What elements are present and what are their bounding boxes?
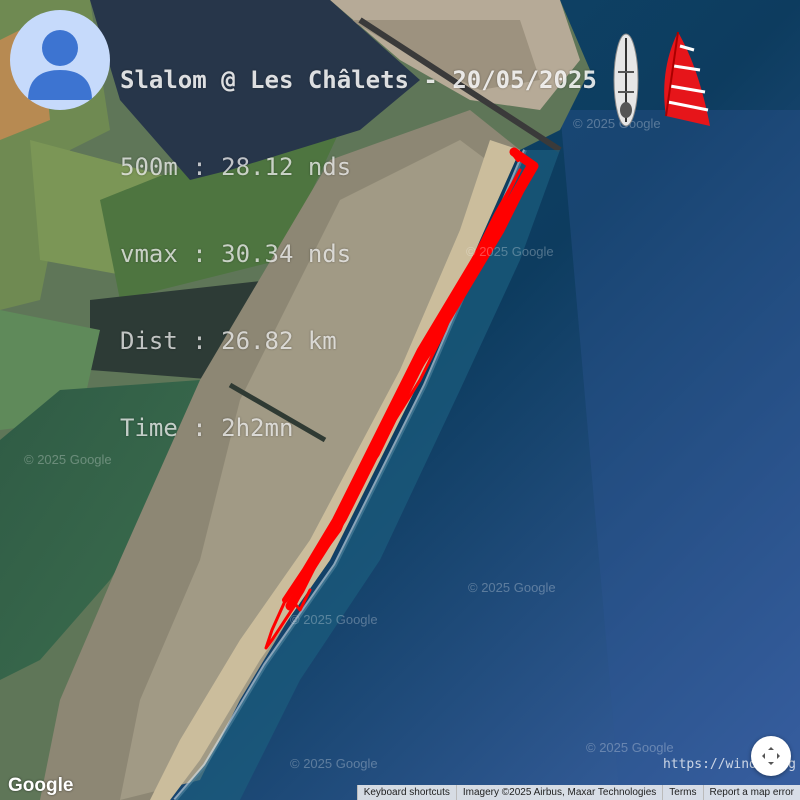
- map-watermark: © 2025 Google: [468, 580, 556, 595]
- terms-link[interactable]: Terms: [662, 785, 703, 800]
- user-avatar-icon: [10, 10, 110, 110]
- fullscreen-button[interactable]: [751, 736, 791, 776]
- stat-vmax: vmax : 30.34 nds: [120, 240, 352, 268]
- map-watermark: © 2025 Google: [290, 756, 378, 771]
- keyboard-shortcuts-link[interactable]: Keyboard shortcuts: [356, 785, 456, 800]
- map-watermark: © 2025 Google: [586, 740, 674, 755]
- imagery-credit: Imagery ©2025 Airbus, Maxar Technologies: [455, 785, 663, 800]
- windsurf-sail-icon: [658, 30, 714, 130]
- stat-500m: 500m : 28.12 nds: [120, 153, 352, 181]
- map-watermark: © 2025 Google: [24, 452, 112, 467]
- stat-time: Time : 2h2mn: [120, 414, 294, 442]
- fullscreen-icon: [762, 747, 780, 765]
- google-logo: Google: [8, 775, 74, 796]
- session-title: Slalom @ Les Châlets - 20/05/2025: [120, 66, 597, 94]
- map-attribution-bar: Keyboard shortcuts Imagery ©2025 Airbus,…: [356, 785, 800, 800]
- stat-distance: Dist : 26.82 km: [120, 327, 337, 355]
- map-watermark: © 2025 Google: [290, 612, 378, 627]
- session-stats: Slalom @ Les Châlets - 20/05/2025 500m :…: [120, 8, 597, 472]
- windsurf-board-icon: [612, 32, 640, 128]
- report-error-link[interactable]: Report a map error: [702, 785, 800, 800]
